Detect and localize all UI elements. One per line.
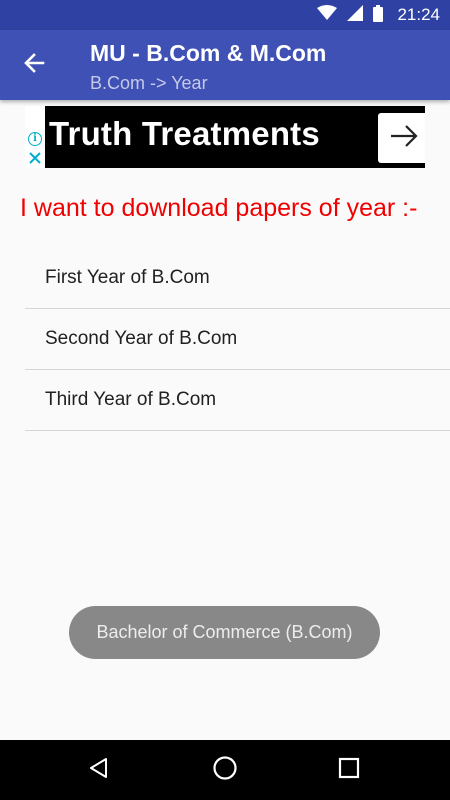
app-subtitle: B.Com -> Year	[90, 73, 208, 93]
list-item-first-year[interactable]: First Year of B.Com	[25, 248, 450, 309]
info-icon[interactable]: i	[28, 132, 42, 146]
ad-title[interactable]: Truth Treatments	[49, 115, 320, 153]
back-triangle-icon	[87, 756, 111, 784]
nav-bar	[0, 740, 450, 800]
app-bar: MU - B.Com & M.Com B.Com -> Year	[0, 30, 450, 100]
back-button[interactable]	[14, 45, 54, 85]
app-title: MU - B.Com & M.Com	[90, 40, 327, 66]
nav-recents-button[interactable]	[332, 753, 366, 787]
home-circle-icon	[212, 755, 238, 785]
status-bar: 21:24	[0, 0, 450, 30]
list-item-second-year[interactable]: Second Year of B.Com	[25, 309, 450, 370]
close-icon[interactable]	[27, 150, 43, 166]
status-time: 21:24	[397, 5, 440, 24]
list-item-third-year[interactable]: Third Year of B.Com	[25, 370, 450, 431]
ad-arrow-button[interactable]	[378, 113, 425, 163]
ad-choices: i	[25, 106, 45, 168]
recents-square-icon	[338, 757, 360, 783]
wifi-icon	[317, 5, 338, 25]
cell-signal-icon	[347, 5, 364, 25]
ad-banner[interactable]: i Truth Treatments	[25, 106, 425, 168]
status-icons: 21:24	[317, 0, 440, 30]
prompt-heading: I want to download papers of year :-	[20, 194, 418, 222]
arrow-left-icon	[23, 52, 45, 78]
nav-back-button[interactable]	[82, 753, 116, 787]
year-list: First Year of B.Com Second Year of B.Com…	[25, 248, 450, 431]
arrow-right-icon	[389, 123, 419, 153]
toast-message: Bachelor of Commerce (B.Com)	[69, 606, 380, 659]
battery-icon	[373, 4, 384, 26]
nav-home-button[interactable]	[208, 753, 242, 787]
